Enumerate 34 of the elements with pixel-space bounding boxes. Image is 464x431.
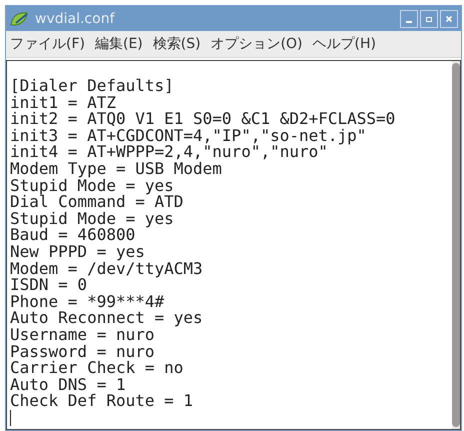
text-line: Phone = *99***4# bbox=[10, 294, 166, 310]
menu-item[interactable]: 検索(S) bbox=[152, 35, 201, 53]
maximize-icon bbox=[425, 14, 433, 22]
text-line: init1 = ATZ bbox=[10, 94, 116, 112]
text-line: Dial Command = ATD bbox=[10, 194, 184, 211]
text-cursor bbox=[10, 410, 11, 426]
text-line: New PPPD = yes bbox=[10, 244, 146, 261]
window-title: wvdial.conf bbox=[35, 10, 116, 26]
text-line: init3 = AT+CGDCONT=4,"IP","so-net.jp" bbox=[10, 128, 368, 144]
leaf-pencil-icon bbox=[10, 10, 30, 26]
text-line: init4 = AT+WPPP=2,4,"nuro","nuro" bbox=[10, 144, 328, 161]
text-line: ISDN = 0 bbox=[10, 277, 88, 294]
text-line: Password = nuro bbox=[10, 344, 156, 360]
text-line: Stupid Mode = yes bbox=[10, 210, 175, 228]
text-line: Username = nuro bbox=[10, 326, 156, 344]
close-button[interactable] bbox=[440, 10, 458, 28]
minimize-button[interactable] bbox=[400, 10, 418, 28]
text-line: Check Def Route = 1 bbox=[10, 393, 194, 410]
text-line: Baud = 460800 bbox=[10, 227, 136, 244]
close-icon bbox=[445, 14, 453, 22]
maximize-button[interactable] bbox=[420, 10, 438, 28]
menu-item[interactable]: ファイル(F) bbox=[10, 35, 85, 53]
text-line: Stupid Mode = yes bbox=[10, 178, 175, 194]
text-line: Auto Reconnect = yes bbox=[10, 310, 204, 327]
text-line: Auto DNS = 1 bbox=[10, 376, 127, 394]
menu-item[interactable]: 編集(E) bbox=[94, 35, 143, 53]
text-line: Carrier Check = no bbox=[10, 360, 184, 377]
text-line: Modem Type = USB Modem bbox=[10, 160, 222, 178]
menu-item[interactable]: ヘルプ(H) bbox=[312, 35, 376, 53]
menu-item[interactable]: オプション(O) bbox=[210, 35, 303, 53]
minimize-icon bbox=[406, 20, 412, 22]
text-line: [Dialer Defaults] bbox=[10, 78, 175, 95]
text-line: Modem = /dev/ttyACM3 bbox=[10, 260, 204, 278]
text-line: init2 = ATQ0 V1 E1 S0=0 &C1 &D2+FCLASS=0 bbox=[10, 111, 396, 128]
